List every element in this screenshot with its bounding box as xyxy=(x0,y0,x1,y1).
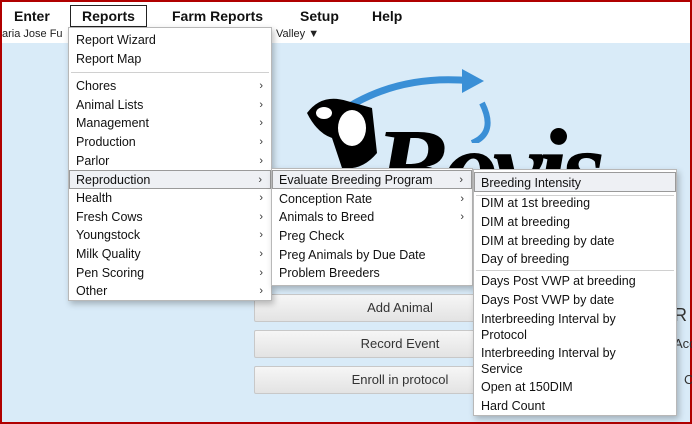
menu-item-label: Health xyxy=(76,191,113,205)
menu-item-dim-at-1st-breeding[interactable]: DIM at 1st breeding xyxy=(474,194,676,212)
menu-item-open-at-150dim[interactable]: Open at 150DIM xyxy=(474,378,676,396)
menu-setup[interactable]: Setup xyxy=(296,6,343,26)
chevron-down-icon: ▼ xyxy=(308,28,320,40)
menu-item-label: Other xyxy=(76,284,108,298)
menu-item-days-post-vwp-by-date[interactable]: Days Post VWP by date xyxy=(474,291,676,309)
menu-item-conception-rate[interactable]: Conception Rate › xyxy=(272,190,472,208)
menu-reports[interactable]: Reports xyxy=(70,5,147,27)
menu-item-fresh-cows[interactable]: Fresh Cows › xyxy=(69,208,271,226)
menu-bar: Enter Reports Farm Reports Setup Help xyxy=(2,2,690,30)
menu-item-label: Pen Scoring xyxy=(76,266,145,280)
reports-menu: Report Wizard Report Map Chores › Animal … xyxy=(68,27,272,301)
menu-item-label: Animal Lists xyxy=(76,98,144,112)
chevron-right-icon: › xyxy=(259,285,263,297)
menu-enter[interactable]: Enter xyxy=(10,6,54,26)
menu-item-dim-at-breeding[interactable]: DIM at breeding xyxy=(474,213,676,231)
chevron-right-icon: › xyxy=(259,229,263,241)
menu-item-youngstock[interactable]: Youngstock › xyxy=(69,226,271,244)
menu-item-dim-at-breeding-by-date[interactable]: DIM at breeding by date xyxy=(474,232,676,250)
chevron-right-icon: › xyxy=(259,211,263,223)
menu-item-breeding-intensity[interactable]: Breeding Intensity xyxy=(474,172,676,192)
chevron-right-icon: › xyxy=(460,193,464,205)
menu-item-chores[interactable]: Chores › xyxy=(69,77,271,95)
menu-item-animals-to-breed[interactable]: Animals to Breed › xyxy=(272,208,472,226)
menu-item-animal-lists[interactable]: Animal Lists › xyxy=(69,96,271,114)
user-name[interactable]: aria Jose Fu xyxy=(2,28,63,40)
menu-item-problem-breeders[interactable]: Problem Breeders xyxy=(272,264,472,282)
menu-item-pen-scoring[interactable]: Pen Scoring › xyxy=(69,264,271,282)
menu-item-label: Chores xyxy=(76,79,117,93)
chevron-right-icon: › xyxy=(258,174,262,186)
partial-button-label-2: C xyxy=(684,372,692,387)
menu-item-hard-count[interactable]: Hard Count xyxy=(474,397,676,415)
menu-item-label: Parlor xyxy=(76,154,110,168)
menu-farm-reports[interactable]: Farm Reports xyxy=(168,6,267,26)
chevron-right-icon: › xyxy=(259,117,263,129)
chevron-right-icon: › xyxy=(259,155,263,167)
menu-item-interbreeding-interval-by-service[interactable]: Interbreeding Interval by Service xyxy=(474,345,676,379)
chevron-right-icon: › xyxy=(459,174,463,186)
menu-item-preg-animals-by-due-date[interactable]: Preg Animals by Due Date xyxy=(272,246,472,264)
menu-item-reproduction[interactable]: Reproduction › xyxy=(69,170,271,189)
menu-item-label: Conception Rate xyxy=(279,192,373,206)
menu-item-label: Reproduction xyxy=(76,173,151,187)
reproduction-submenu: Evaluate Breeding Program › Conception Ra… xyxy=(271,168,473,286)
menu-item-label: Milk Quality xyxy=(76,247,141,261)
chevron-right-icon: › xyxy=(460,211,464,223)
menu-item-other[interactable]: Other › xyxy=(69,282,271,300)
menu-item-interbreeding-interval-by-protocol[interactable]: Interbreeding Interval by Protocol xyxy=(474,311,676,345)
menu-help[interactable]: Help xyxy=(368,6,406,26)
chevron-right-icon: › xyxy=(259,136,263,148)
menu-item-health[interactable]: Health › xyxy=(69,189,271,207)
chevron-right-icon: › xyxy=(259,99,263,111)
menu-item-label: Fresh Cows xyxy=(76,210,143,224)
menu-item-production[interactable]: Production › xyxy=(69,133,271,151)
menu-item-parlor[interactable]: Parlor › xyxy=(69,152,271,170)
app-window: Enter Reports Farm Reports Setup Help ar… xyxy=(0,0,692,424)
farm-name: Valley xyxy=(276,28,306,40)
menu-item-label: Animals to Breed xyxy=(279,210,375,224)
menu-item-preg-check[interactable]: Preg Check xyxy=(272,227,472,245)
menu-item-label: Evaluate Breeding Program xyxy=(279,173,433,187)
menu-divider xyxy=(476,270,674,271)
menu-item-evaluate-breeding-program[interactable]: Evaluate Breeding Program › xyxy=(272,170,472,189)
menu-item-management[interactable]: Management › xyxy=(69,114,271,132)
chevron-right-icon: › xyxy=(259,192,263,204)
cow-head-icon xyxy=(307,98,377,169)
menu-item-report-map[interactable]: Report Map xyxy=(69,50,271,68)
menu-item-milk-quality[interactable]: Milk Quality › xyxy=(69,245,271,263)
menu-item-label: Production xyxy=(76,135,136,149)
menu-item-label: Management xyxy=(76,116,149,130)
menu-item-day-of-breeding[interactable]: Day of breeding xyxy=(474,250,676,268)
chevron-right-icon: › xyxy=(259,267,263,279)
chevron-right-icon: › xyxy=(259,80,263,92)
menu-item-label: Youngstock xyxy=(76,228,141,242)
evaluate-breeding-submenu: Breeding Intensity DIM at 1st breeding D… xyxy=(473,169,677,416)
farm-selector[interactable]: Valley ▼ xyxy=(276,28,319,40)
menu-item-days-post-vwp-at-breeding[interactable]: Days Post VWP at breeding xyxy=(474,272,676,290)
menu-item-report-wizard[interactable]: Report Wizard xyxy=(69,31,271,49)
menu-divider xyxy=(71,72,269,73)
chevron-right-icon: › xyxy=(259,248,263,260)
